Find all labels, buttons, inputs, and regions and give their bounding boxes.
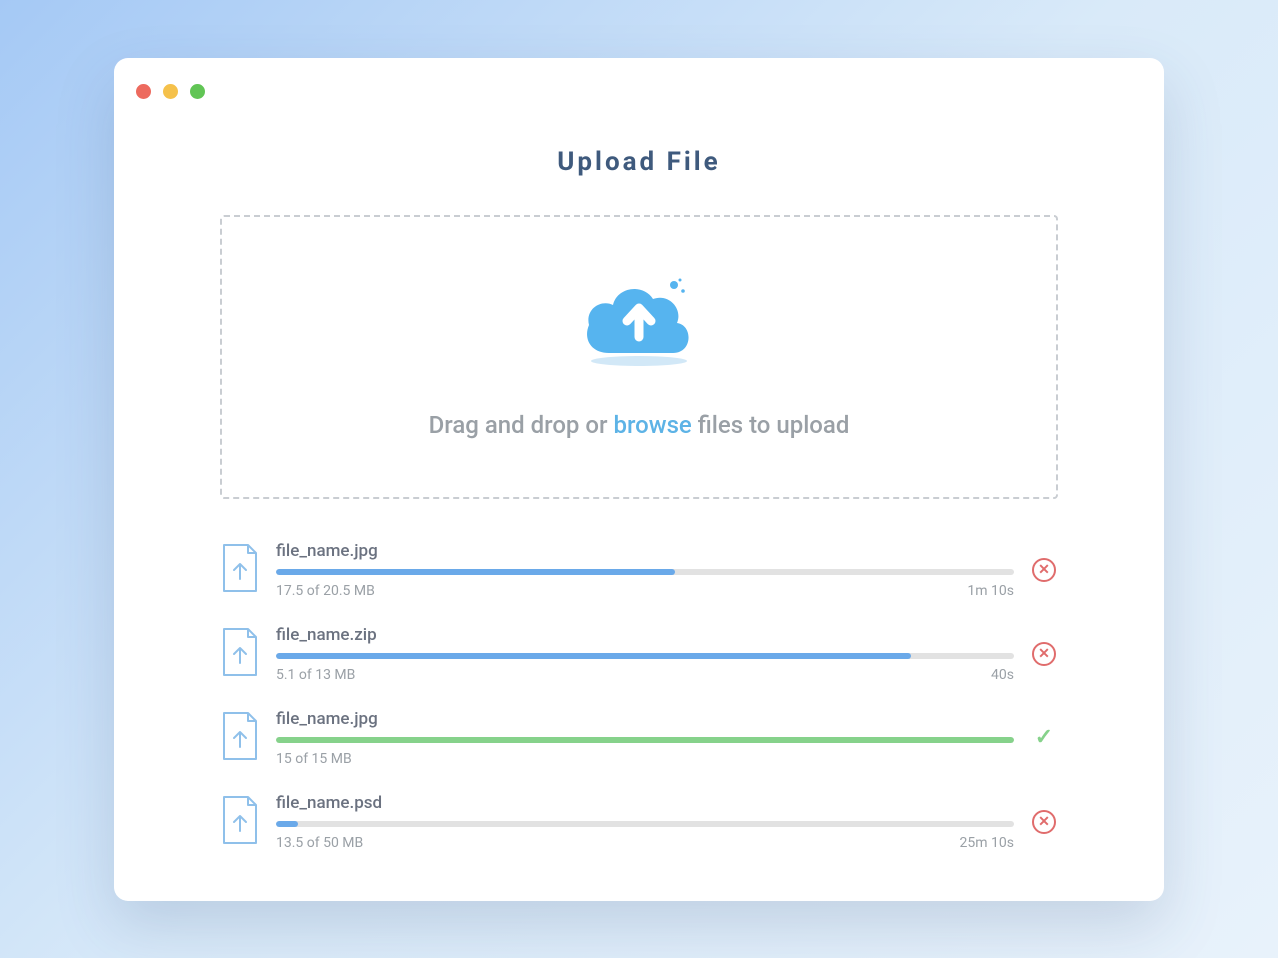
cancel-upload-button[interactable]: ✕ <box>1032 810 1056 834</box>
file-action: ✓ <box>1030 725 1058 750</box>
file-name: file_name.psd <box>276 793 1014 813</box>
file-action: ✕ <box>1030 810 1058 834</box>
file-upload-icon <box>220 627 260 681</box>
close-icon: ✕ <box>1038 563 1050 577</box>
check-icon: ✓ <box>1035 725 1053 750</box>
close-window-button[interactable] <box>136 84 151 99</box>
file-name: file_name.jpg <box>276 541 1014 561</box>
file-time-text: 25m 10s <box>960 835 1014 851</box>
dropzone-prefix: Drag and drop or <box>429 411 614 439</box>
progress-fill <box>276 569 675 575</box>
maximize-window-button[interactable] <box>190 84 205 99</box>
file-time-text: 40s <box>991 667 1014 683</box>
progress-fill <box>276 653 911 659</box>
progress-bar <box>276 821 1014 827</box>
dropzone[interactable]: Drag and drop or browse files to upload <box>220 215 1058 499</box>
file-list: file_name.jpg 17.5 of 20.5 MB 1m 10s ✕ f… <box>220 541 1058 851</box>
window-titlebar <box>114 84 1164 99</box>
browse-link[interactable]: browse <box>613 411 691 439</box>
file-time-text: 1m 10s <box>967 583 1014 599</box>
dropzone-suffix: files to upload <box>692 411 850 439</box>
file-name: file_name.jpg <box>276 709 1014 729</box>
progress-bar <box>276 737 1014 743</box>
file-size-text: 13.5 of 50 MB <box>276 835 363 851</box>
cancel-upload-button[interactable]: ✕ <box>1032 642 1056 666</box>
close-icon: ✕ <box>1038 815 1050 829</box>
minimize-window-button[interactable] <box>163 84 178 99</box>
progress-fill <box>276 737 1014 743</box>
cancel-upload-button[interactable]: ✕ <box>1032 558 1056 582</box>
file-size-text: 15 of 15 MB <box>276 751 352 767</box>
progress-bar <box>276 653 1014 659</box>
file-row: file_name.jpg 17.5 of 20.5 MB 1m 10s ✕ <box>220 541 1058 599</box>
dropzone-instruction: Drag and drop or browse files to upload <box>429 411 850 439</box>
upload-window: Upload File Drag and drop or browse file… <box>114 58 1164 901</box>
file-upload-icon <box>220 711 260 765</box>
file-action: ✕ <box>1030 642 1058 666</box>
file-name: file_name.zip <box>276 625 1014 645</box>
file-upload-icon <box>220 795 260 849</box>
file-size-text: 5.1 of 13 MB <box>276 667 355 683</box>
file-row: file_name.psd 13.5 of 50 MB 25m 10s ✕ <box>220 793 1058 851</box>
progress-fill <box>276 821 298 827</box>
cloud-upload-icon <box>579 275 699 371</box>
file-action: ✕ <box>1030 558 1058 582</box>
close-icon: ✕ <box>1038 647 1050 661</box>
progress-bar <box>276 569 1014 575</box>
page-title: Upload File <box>114 147 1164 177</box>
file-row: file_name.zip 5.1 of 13 MB 40s ✕ <box>220 625 1058 683</box>
file-upload-icon <box>220 543 260 597</box>
file-row: file_name.jpg 15 of 15 MB ✓ <box>220 709 1058 767</box>
file-size-text: 17.5 of 20.5 MB <box>276 583 375 599</box>
